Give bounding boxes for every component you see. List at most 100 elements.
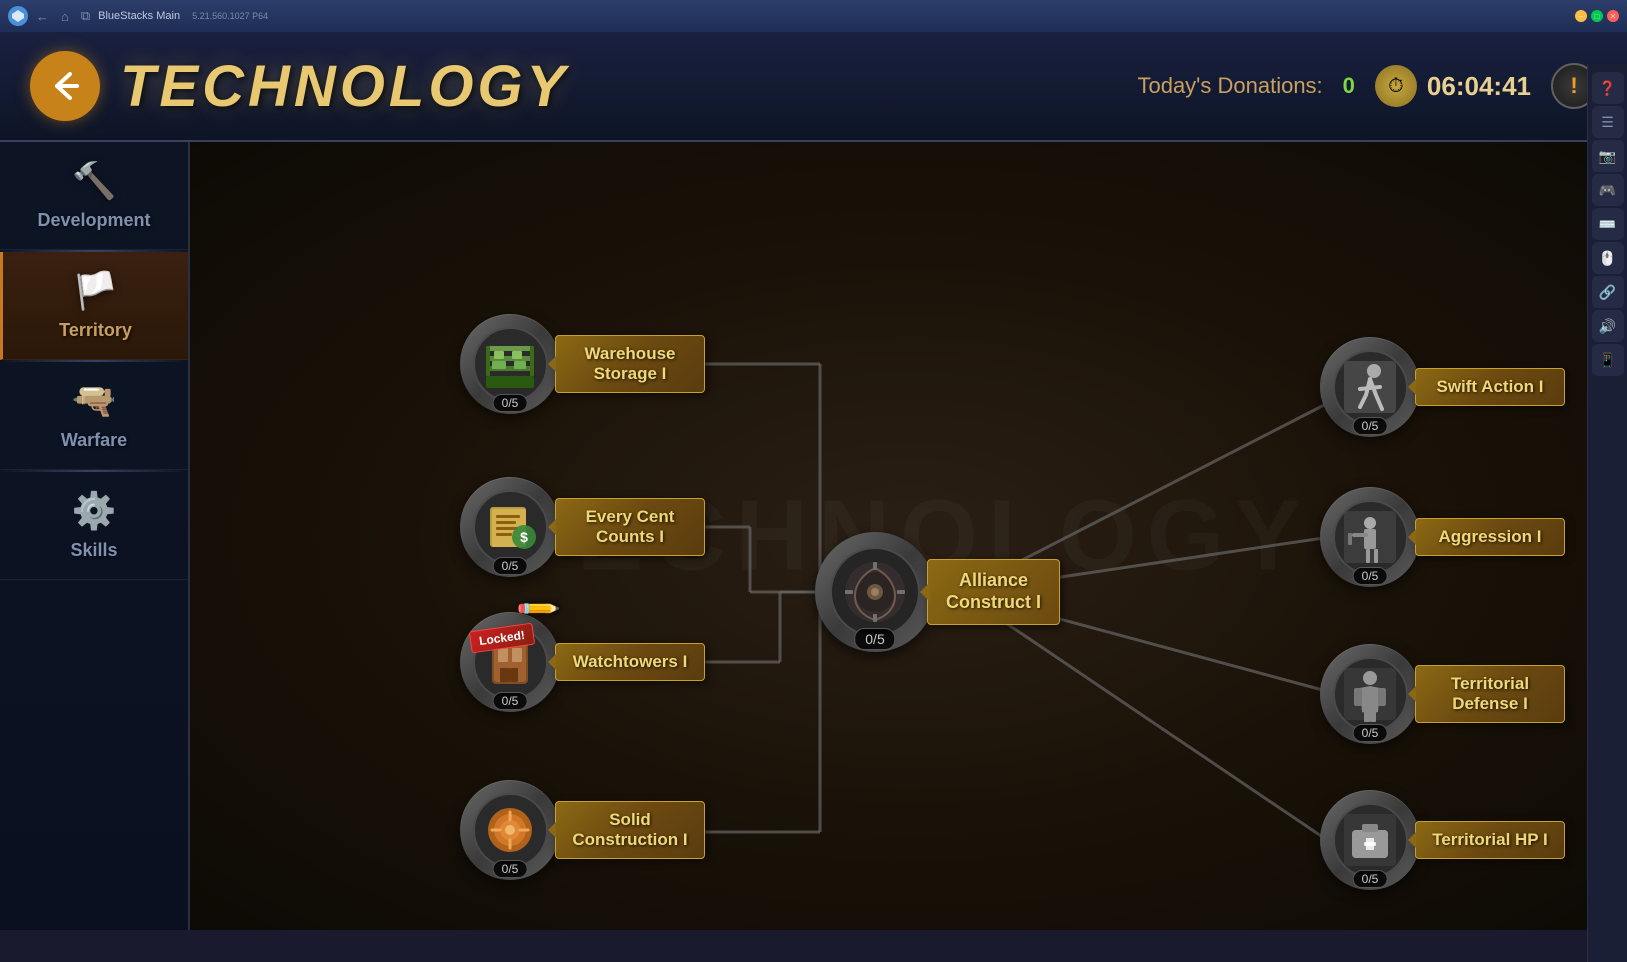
donations-label: Today's Donations: [1137,73,1322,99]
sidebar-item-territory[interactable]: 🏳️ Territory [0,252,188,360]
close-btn[interactable]: ✕ [1607,10,1619,22]
bs-gamepad-btn[interactable]: 🎮 [1592,174,1624,206]
territorial-defense-progress: 0/5 [1353,724,1388,742]
watchtowers-label: Watchtowers I [555,643,705,681]
territorial-defense-text: TerritorialDefense I [1430,674,1550,715]
alliance-construct-text: AllianceConstruct I [946,570,1041,613]
watchtowers-progress: 0/5 [493,692,528,710]
app-version: 5.21.560.1027 P64 [192,11,268,21]
app-title: BlueStacks Main [98,10,180,22]
alliance-construct-label: AllianceConstruct I [927,559,1060,624]
bs-link-btn[interactable]: 🔗 [1592,276,1624,308]
every-cent-label: Every CentCounts I [555,498,705,557]
warehouse-storage-label: WarehouseStorage I [555,335,705,394]
nav-home-btn[interactable]: ⌂ [61,9,69,24]
sidebar-item-development[interactable]: 🔨 Development [0,142,188,250]
territorial-hp-gear: 0/5 [1320,790,1420,890]
left-nav: 🔨 Development 🏳️ Territory 🔫 Warfare ⚙️ … [0,142,190,930]
bs-menu-btn[interactable]: ☰ [1592,106,1624,138]
title-bar: ← ⌂ ⧉ BlueStacks Main 5.21.560.1027 P64 … [0,0,1627,32]
alliance-construct-gear-inner [830,547,920,637]
watchtowers-node[interactable]: Locked! ✏️ [460,612,705,712]
territorial-hp-progress: 0/5 [1353,870,1388,888]
bs-keyboard-btn[interactable]: ⌨️ [1592,208,1624,240]
solid-construction-label: SolidConstruction I [555,801,705,860]
donations-value: 0 [1343,73,1355,99]
alliance-construct-node[interactable]: 0/5 AllianceConstruct I [815,532,1060,652]
solid-construction-text: SolidConstruction I [570,810,690,851]
minimize-btn[interactable]: − [1575,10,1587,22]
watchtowers-gear: Locked! ✏️ [460,612,560,712]
app-header: TECHNOLOGY Today's Donations: 0 ⏱ 06:04:… [0,32,1627,142]
bluestacks-logo [8,6,28,26]
sidebar-item-skills[interactable]: ⚙️ Skills [0,472,188,580]
territorial-defense-label: TerritorialDefense I [1415,665,1565,724]
warehouse-storage-progress: 0/5 [493,394,528,412]
title-bar-left: ← ⌂ ⧉ BlueStacks Main 5.21.560.1027 P64 [8,6,268,26]
development-icon: 🔨 [72,160,117,202]
solid-construction-progress: 0/5 [493,860,528,878]
swift-action-gear-inner [1333,350,1408,425]
bs-sound-btn[interactable]: 🔊 [1592,310,1624,342]
bs-mouse-btn[interactable]: 🖱️ [1592,242,1624,274]
timer-icon: ⏱ [1375,65,1417,107]
bs-help-btn[interactable]: ❓ [1592,72,1624,104]
solid-construction-gear-inner [473,793,548,868]
warfare-icon: 🔫 [72,380,117,422]
app-container: TECHNOLOGY Today's Donations: 0 ⏱ 06:04:… [0,32,1627,930]
skills-label: Skills [70,540,117,561]
watchtowers-text: Watchtowers I [570,652,690,672]
territorial-defense-icon [1340,664,1400,724]
every-cent-node[interactable]: $ 0/5 Every CentCounts I [460,477,705,577]
aggression-icon [1340,507,1400,567]
main-content: 🔨 Development 🏳️ Territory 🔫 Warfare ⚙️ … [0,142,1627,930]
aggression-text: Aggression I [1430,527,1550,547]
territorial-hp-node[interactable]: 0/5 Territorial HP I [1320,790,1565,890]
swift-action-node[interactable]: 0/5 Swift Action I [1320,337,1565,437]
timer-value: 06:04:41 [1427,71,1531,102]
timer-container: ⏱ 06:04:41 [1375,65,1531,107]
solid-construction-gear: 0/5 [460,780,560,880]
nav-pages-btn[interactable]: ⧉ [81,8,90,24]
right-sidebar: ❓ ☰ 📷 🎮 ⌨️ 🖱️ 🔗 🔊 📱 [1587,64,1627,962]
alliance-construct-gear: 0/5 [815,532,935,652]
warehouse-storage-gear-inner [473,327,548,402]
warehouse-storage-node[interactable]: 0/5 WarehouseStorage I [460,314,705,414]
nav-back-btn[interactable]: ← [36,9,49,24]
every-cent-icon: $ [480,497,540,557]
every-cent-gear: $ 0/5 [460,477,560,577]
alliance-construct-progress: 0/5 [854,628,895,650]
title-bar-nav: ← ⌂ ⧉ [36,8,90,24]
every-cent-progress: 0/5 [493,557,528,575]
territorial-defense-node[interactable]: 0/5 TerritorialDefense I [1320,644,1565,744]
warehouse-storage-icon [480,334,540,394]
every-cent-text: Every CentCounts I [570,507,690,548]
skills-icon: ⚙️ [72,490,117,532]
aggression-gear-inner [1333,500,1408,575]
window-controls: − □ ✕ [1575,10,1619,22]
header-right: Today's Donations: 0 ⏱ 06:04:41 ! [1137,63,1597,109]
bs-phone-btn[interactable]: 📱 [1592,344,1624,376]
territory-label: Territory [59,320,132,341]
tech-tree: TECHNOLOGY [190,142,1627,930]
territorial-hp-text: Territorial HP I [1430,830,1550,850]
aggression-node[interactable]: 0/5 Aggression I [1320,487,1565,587]
bs-screenshot-btn[interactable]: 📷 [1592,140,1624,172]
aggression-label: Aggression I [1415,518,1565,556]
development-label: Development [37,210,150,231]
sidebar-item-warfare[interactable]: 🔫 Warfare [0,362,188,470]
back-button[interactable] [30,51,100,121]
aggression-gear: 0/5 [1320,487,1420,587]
warehouse-storage-text: WarehouseStorage I [570,344,690,385]
territorial-hp-gear-inner [1333,803,1408,878]
territory-icon: 🏳️ [73,270,118,312]
swift-action-label: Swift Action I [1415,368,1565,406]
solid-construction-icon [480,800,540,860]
aggression-progress: 0/5 [1353,567,1388,585]
every-cent-gear-inner: $ [473,490,548,565]
solid-construction-node[interactable]: 0/5 SolidConstruction I [460,780,705,880]
svg-text:$: $ [520,529,528,545]
maximize-btn[interactable]: □ [1591,10,1603,22]
territorial-hp-label: Territorial HP I [1415,821,1565,859]
warehouse-storage-gear: 0/5 [460,314,560,414]
